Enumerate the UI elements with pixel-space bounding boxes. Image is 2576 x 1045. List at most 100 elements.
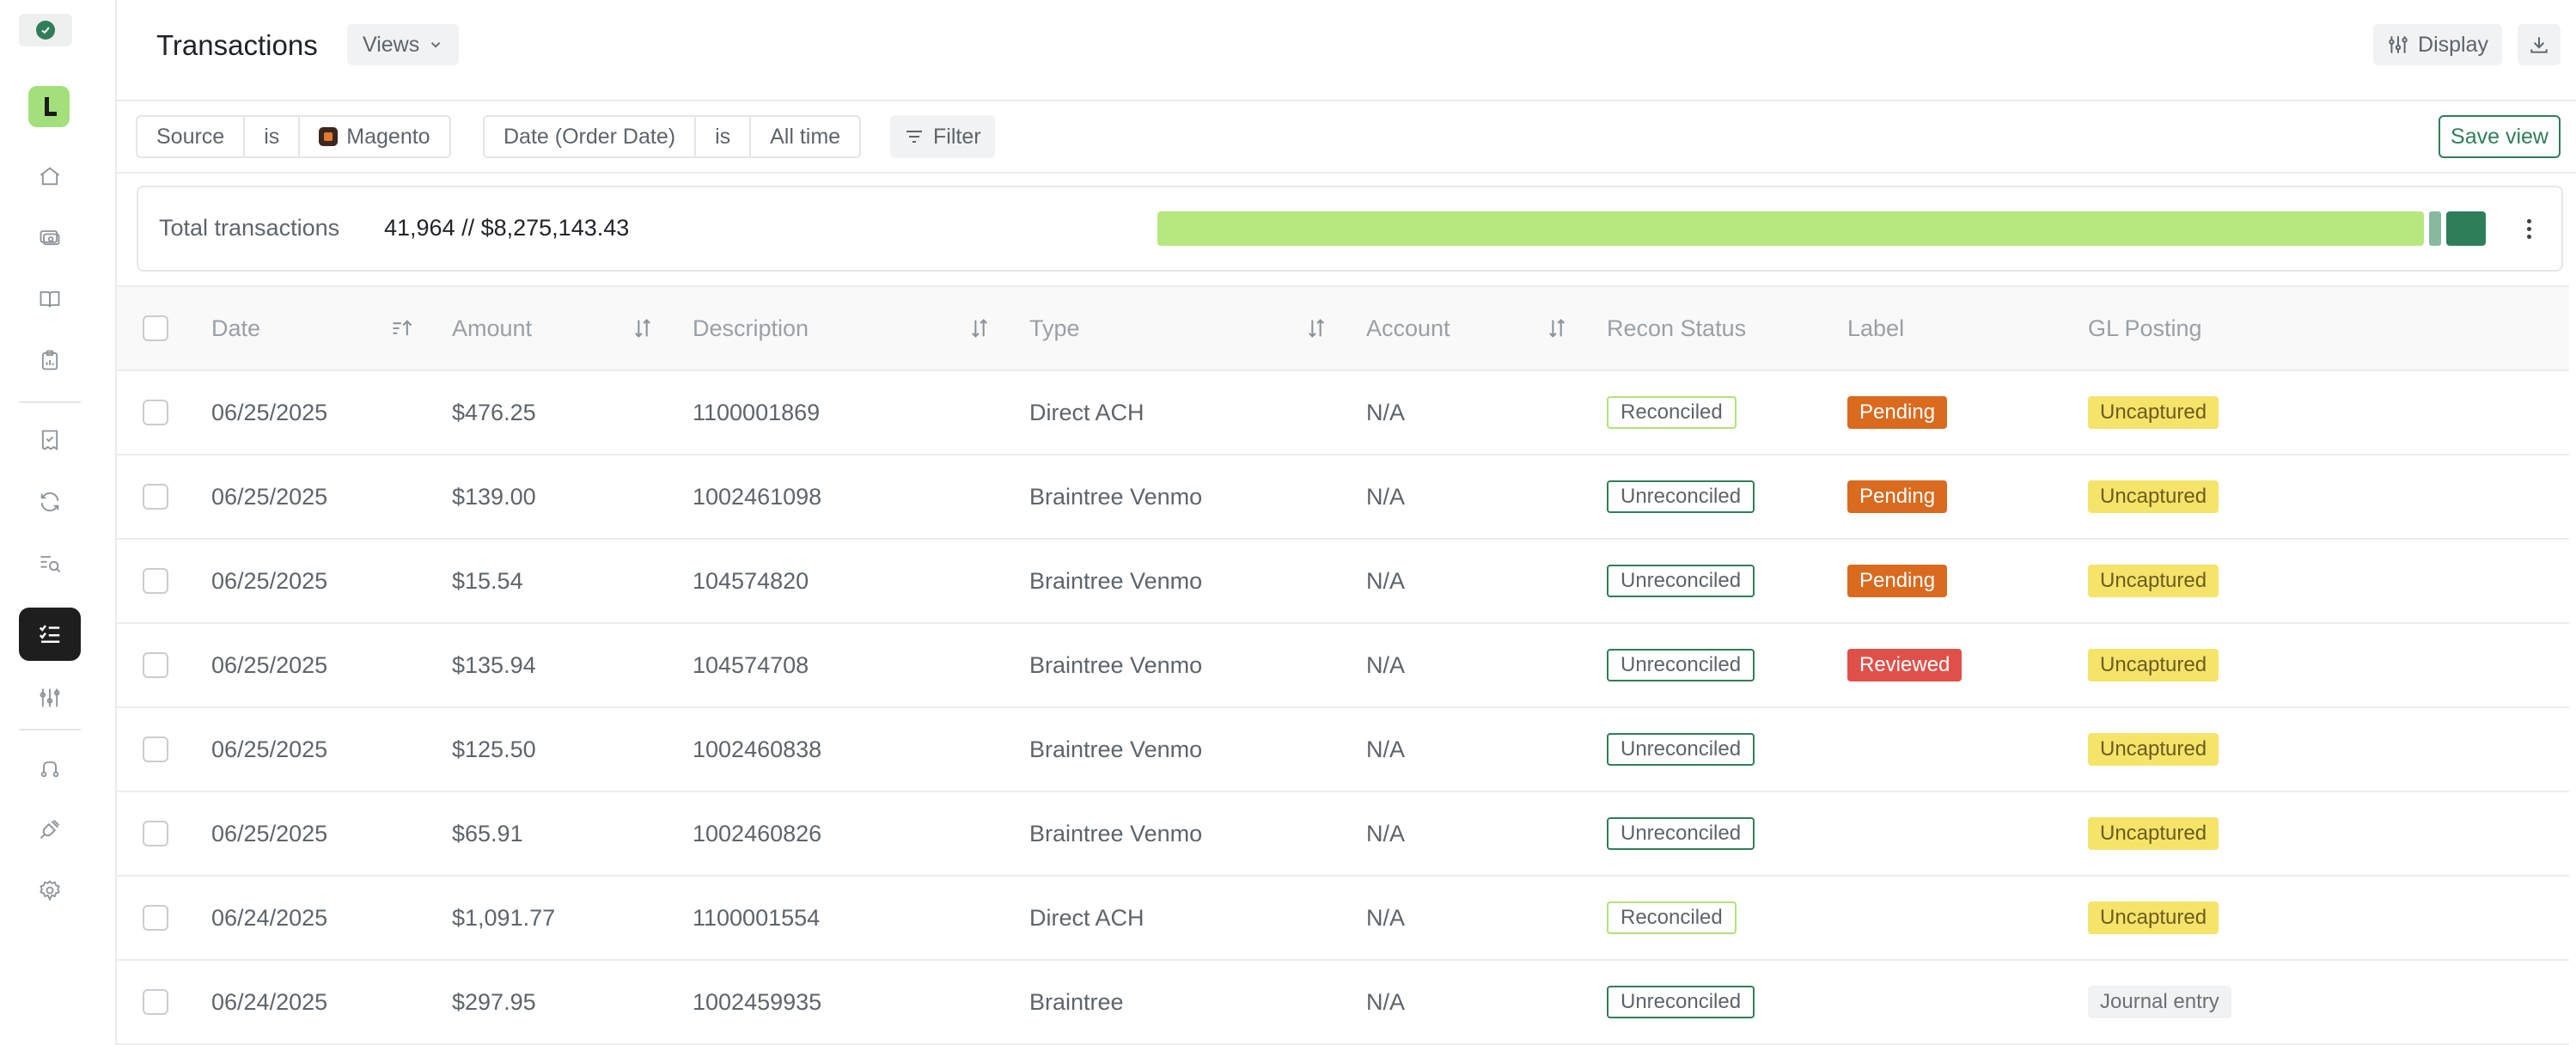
filter-icon — [906, 131, 922, 143]
filter-operator[interactable]: is — [696, 117, 752, 156]
magento-icon — [319, 127, 339, 146]
cell-account: N/A — [1366, 820, 1406, 846]
cell-label: Reviewed — [1847, 624, 1963, 706]
cell-recon-status: Reconciled — [1607, 877, 1737, 959]
filter-value[interactable]: Magento — [300, 117, 449, 156]
settings-icon[interactable] — [34, 875, 65, 906]
table-row[interactable]: 06/24/2025 $297.95 1002459935 Braintree N/A U… — [117, 961, 2569, 1045]
filter-chip-source[interactable]: Source is Magento — [136, 115, 451, 158]
cell-recon-status: Unreconciled — [1607, 540, 1755, 622]
download-button[interactable] — [2518, 24, 2561, 65]
sliders-icon[interactable] — [34, 682, 65, 713]
transactions-table: Date Amount Description Type Account Rec… — [117, 285, 2569, 1045]
cell-gl-posting: Uncaptured — [2088, 708, 2219, 791]
sort-ascending-icon[interactable] — [390, 316, 414, 340]
shield-check-icon — [36, 21, 55, 40]
cell-label: Pending — [1847, 540, 1948, 622]
more-options-icon[interactable] — [2513, 211, 2544, 246]
row-checkbox[interactable] — [143, 400, 168, 425]
column-header-date[interactable]: Date — [211, 287, 260, 370]
filter-field[interactable]: Date (Order Date) — [485, 117, 697, 156]
row-checkbox[interactable] — [143, 484, 168, 510]
workflow-icon[interactable] — [34, 753, 65, 784]
cell-account: N/A — [1366, 904, 1406, 931]
cell-gl-posting: Uncaptured — [2088, 371, 2219, 454]
cell-type: Braintree Venmo — [1029, 820, 1203, 846]
cell-account: N/A — [1366, 399, 1406, 425]
cell-description: 1002460826 — [693, 820, 822, 846]
filter-chip-date[interactable]: Date (Order Date) is All time — [483, 115, 862, 158]
table-row[interactable]: 06/25/2025 $139.00 1002461098 Braintree Ven… — [117, 455, 2569, 540]
home-icon[interactable] — [34, 161, 65, 192]
brand-logo[interactable] — [28, 86, 70, 127]
cell-label: Pending — [1847, 455, 1948, 538]
clipboard-chart-icon[interactable] — [34, 345, 65, 376]
filter-value[interactable]: All time — [751, 117, 860, 156]
cell-date: 06/24/2025 — [211, 904, 328, 931]
recon-status-badge: Unreconciled — [1607, 986, 1755, 1018]
row-checkbox[interactable] — [143, 568, 168, 594]
column-header-account[interactable]: Account — [1366, 287, 1450, 370]
cell-description: 1100001554 — [693, 904, 821, 931]
cell-gl-posting: Journal entry — [2088, 961, 2231, 1043]
workspace-switcher[interactable] — [19, 14, 72, 46]
table-row[interactable]: 06/25/2025 $65.91 1002460826 Braintree Venm… — [117, 792, 2569, 877]
column-header-label[interactable]: Label — [1847, 287, 1904, 370]
label-badge[interactable]: Pending — [1847, 565, 1948, 597]
table-row[interactable]: 06/25/2025 $476.25 1100001869 Direct ACH N/A… — [117, 371, 2569, 455]
views-label: Views — [363, 32, 420, 57]
sort-icon[interactable] — [1304, 316, 1328, 340]
table-row[interactable]: 06/25/2025 $135.94 104574708 Braintree Venm… — [117, 624, 2569, 708]
add-filter-button[interactable]: Filter — [890, 115, 995, 158]
filter-field[interactable]: Source — [137, 117, 246, 156]
transactions-summary: Total transactions 41,964 // $8,275,143.… — [137, 186, 2563, 272]
status-breakdown-bar[interactable] — [1157, 211, 2486, 246]
table-header: Date Amount Description Type Account Rec… — [117, 285, 2569, 371]
sort-icon[interactable] — [968, 316, 992, 340]
save-view-button[interactable]: Save view — [2439, 115, 2561, 158]
sync-icon[interactable] — [34, 486, 65, 517]
row-checkbox[interactable] — [143, 989, 168, 1015]
column-header-type[interactable]: Type — [1029, 287, 1080, 370]
column-header-description[interactable]: Description — [693, 287, 809, 370]
sort-icon[interactable] — [1545, 316, 1569, 340]
transactions-list-icon[interactable] — [19, 608, 81, 661]
table-row[interactable]: 06/25/2025 $15.54 104574820 Braintree Venmo… — [117, 540, 2569, 624]
filter-operator[interactable]: is — [245, 117, 301, 156]
cell-date: 06/25/2025 — [211, 399, 328, 425]
row-checkbox[interactable] — [143, 821, 168, 846]
row-checkbox[interactable] — [143, 736, 168, 762]
table-row[interactable]: 06/25/2025 $125.50 1002460838 Braintree Ven… — [117, 708, 2569, 792]
column-header-amount[interactable]: Amount — [452, 287, 532, 370]
label-badge[interactable]: Pending — [1847, 480, 1948, 513]
select-all-checkbox[interactable] — [143, 315, 168, 341]
row-checkbox[interactable] — [143, 905, 168, 931]
plug-icon[interactable] — [34, 814, 65, 845]
cell-amount: $15.54 — [452, 567, 523, 594]
views-dropdown[interactable]: Views — [347, 24, 460, 65]
sort-icon[interactable] — [631, 316, 655, 340]
label-badge[interactable]: Reviewed — [1847, 649, 1963, 681]
cell-amount: $139.00 — [452, 483, 536, 510]
bar-segment[interactable] — [2446, 211, 2486, 246]
cell-amount: $135.94 — [452, 651, 536, 678]
column-header-gl-posting[interactable]: GL Posting — [2088, 287, 2202, 370]
cell-type: Braintree — [1029, 988, 1124, 1015]
search-list-icon[interactable] — [34, 547, 65, 578]
bar-segment[interactable] — [2429, 211, 2441, 246]
row-checkbox[interactable] — [143, 652, 168, 678]
cell-type: Braintree Venmo — [1029, 483, 1203, 510]
bar-segment[interactable] — [1157, 211, 2424, 246]
display-button[interactable]: Display — [2373, 24, 2502, 65]
table-row[interactable]: 06/24/2025 $1,091.77 1100001554 Direct ACH N… — [117, 877, 2569, 961]
payments-icon[interactable] — [34, 222, 65, 253]
cell-description: 104574820 — [693, 567, 809, 594]
receipt-check-icon[interactable] — [34, 425, 65, 455]
book-icon[interactable] — [34, 284, 65, 315]
cell-amount: $125.50 — [452, 736, 536, 762]
label-badge[interactable]: Pending — [1847, 396, 1948, 429]
recon-status-badge: Unreconciled — [1607, 480, 1755, 513]
recon-status-badge: Unreconciled — [1607, 649, 1755, 681]
column-header-recon-status[interactable]: Recon Status — [1607, 287, 1746, 370]
cell-account: N/A — [1366, 736, 1406, 762]
